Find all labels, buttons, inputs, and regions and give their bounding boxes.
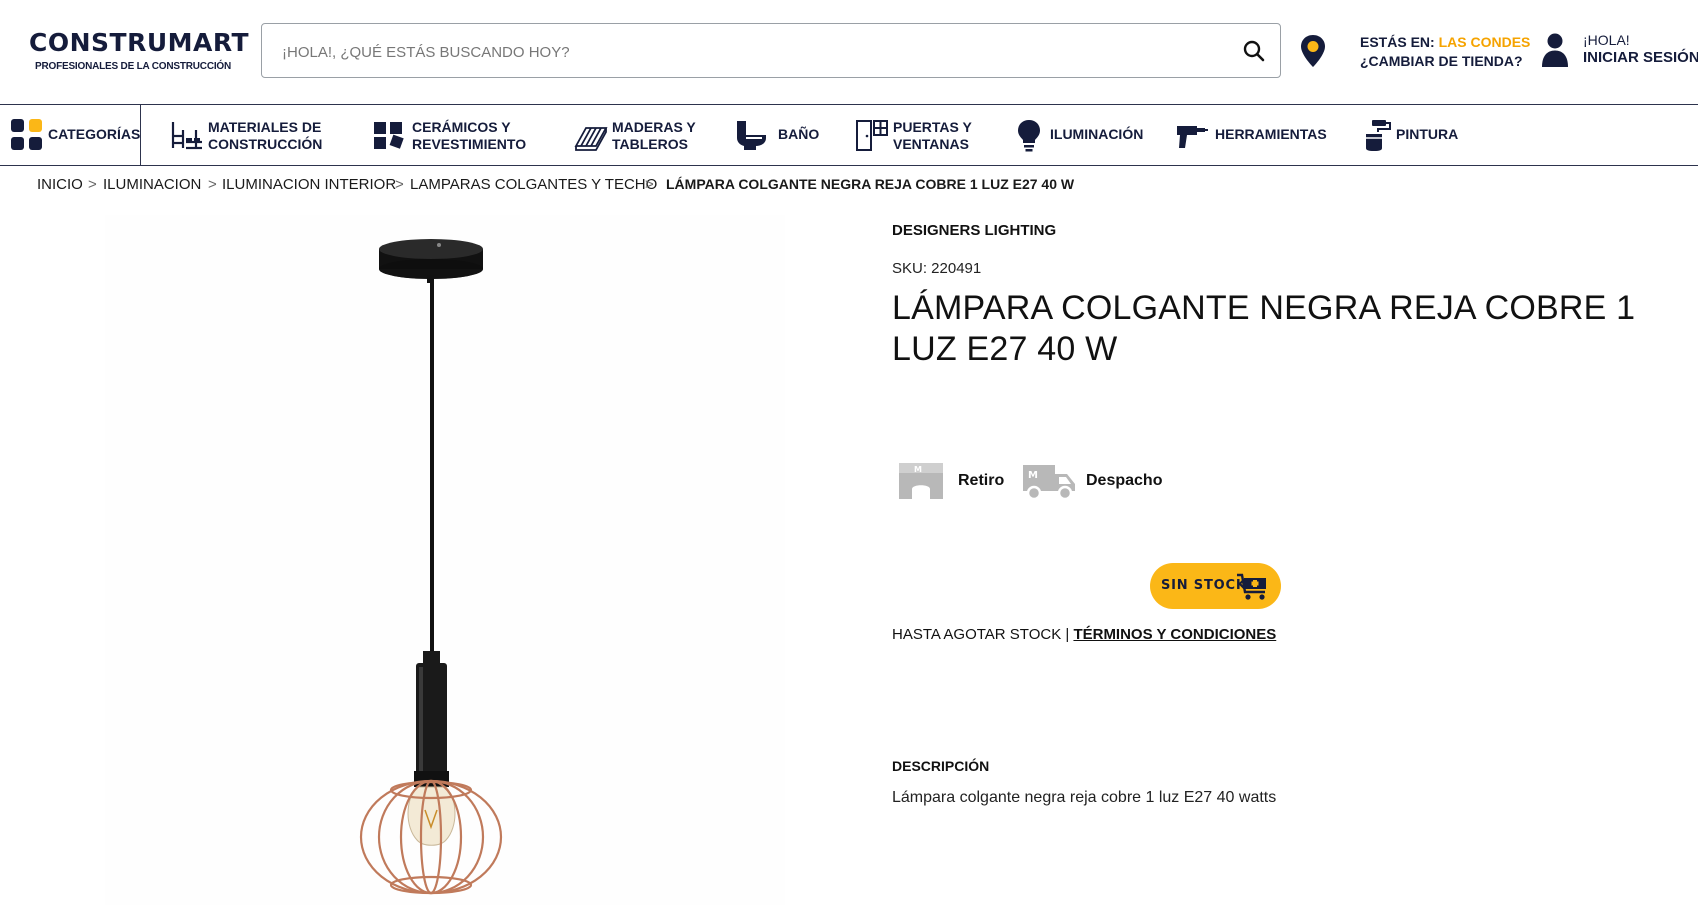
search-bar	[261, 23, 1281, 78]
nav-label: CATEGORÍAS	[48, 126, 141, 142]
nav-item-categorias[interactable]: CATEGORÍAS	[0, 105, 141, 165]
nav-label: HERRAMIENTAS	[1215, 126, 1327, 142]
nav-label: BAÑO	[778, 126, 820, 142]
product-sku: SKU: 220491	[892, 260, 982, 277]
search-input[interactable]	[280, 38, 1224, 66]
delivery-truck-icon: M	[1023, 465, 1075, 501]
nav-item-materiales[interactable]: MATERIALES DE CONSTRUCCIÓN	[170, 105, 345, 165]
breadcrumb-link[interactable]: ILUMINACION	[103, 176, 201, 193]
nav-label: ILUMINACIÓN	[1050, 126, 1144, 142]
logo-tagline: PROFESIONALES DE LA CONSTRUCCIÓN	[35, 61, 232, 72]
breadcrumb-separator: >	[645, 176, 654, 193]
terms-link[interactable]: TÉRMINOS Y CONDICIONES	[1073, 626, 1276, 643]
nav-item-herramientas[interactable]: HERRAMIENTAS	[1175, 105, 1345, 165]
svg-text:M: M	[1028, 470, 1038, 481]
location-pin-icon	[1301, 35, 1325, 67]
breadcrumb-link[interactable]: ILUMINACION INTERIOR	[222, 176, 396, 193]
toilet-icon	[737, 121, 766, 150]
pickup-label: Retiro	[958, 472, 1005, 489]
nav-item-iluminacion[interactable]: ILUMINACIÓN	[1012, 105, 1157, 165]
svg-text:M: M	[914, 465, 922, 474]
nav-item-ceramicos[interactable]: CERÁMICOS Y REVESTIMIENTO	[372, 105, 542, 165]
pendant-lamp-image	[359, 239, 503, 895]
stock-note: HASTA AGOTAR STOCK | TÉRMINOS Y CONDICIO…	[892, 626, 1276, 643]
change-store-link[interactable]: ¿CAMBIAR DE TIENDA?	[1360, 53, 1523, 69]
lightbulb-icon	[1018, 120, 1040, 152]
nav-item-pintura[interactable]: PINTURA	[1360, 105, 1480, 165]
scaffold-icon	[171, 122, 202, 150]
breadcrumb-separator: >	[208, 176, 217, 193]
product-brand[interactable]: DESIGNERS LIGHTING	[892, 222, 1056, 239]
product-image[interactable]	[105, 215, 785, 905]
nav-label: MADERAS Y TABLEROS	[612, 119, 696, 152]
description-text: Lámpara colgante negra reja cobre 1 luz …	[892, 789, 1277, 806]
paint-roller-icon	[1366, 120, 1391, 151]
grid-icon	[11, 119, 42, 150]
stock-button-label: SIN STOCK	[1161, 578, 1247, 593]
login-area[interactable]: ¡HOLA! INICIAR SESIÓN	[1541, 32, 1698, 76]
category-nav: CATEGORÍAS MATERIALES DE CONSTRUCCIÓN CE…	[0, 104, 1698, 166]
store-name: LAS CONDES	[1438, 34, 1531, 50]
nav-label: MATERIALES DE CONSTRUCCIÓN	[208, 119, 323, 152]
wood-planks-icon	[574, 127, 608, 151]
user-icon	[1542, 33, 1568, 67]
breadcrumb-link[interactable]: LAMPARAS COLGANTES Y TECHO	[410, 176, 657, 193]
logo-wordmark: CONSTRUMART	[29, 28, 250, 57]
add-to-cart-icon	[1237, 573, 1266, 600]
store-prefix: ESTÁS EN:	[1360, 34, 1439, 50]
store-selector[interactable]: ESTÁS EN: LAS CONDES ¿CAMBIAR DE TIENDA?	[1300, 32, 1540, 76]
search-icon[interactable]	[1242, 39, 1266, 63]
breadcrumb-separator: >	[88, 176, 97, 193]
shipping-label: Despacho	[1086, 472, 1163, 489]
current-store: ESTÁS EN: LAS CONDES	[1360, 34, 1530, 50]
construmart-logo[interactable]: CONSTRUMART PROFESIONALES DE LA CONSTRUC…	[29, 28, 249, 78]
door-window-icon	[856, 120, 888, 151]
stock-note-text: HASTA AGOTAR STOCK |	[892, 626, 1074, 643]
nav-item-bano[interactable]: BAÑO	[734, 105, 844, 165]
nav-label: PINTURA	[1396, 126, 1459, 142]
drill-icon	[1177, 126, 1208, 148]
site-header: CONSTRUMART PROFESIONALES DE LA CONSTRUC…	[0, 0, 1698, 104]
nav-label: PUERTAS Y VENTANAS	[893, 119, 972, 152]
breadcrumb-link[interactable]: INICIO	[37, 176, 83, 193]
nav-item-maderas[interactable]: MADERAS Y TABLEROS	[574, 105, 724, 165]
description-heading: DESCRIPCIÓN	[892, 758, 990, 774]
tiles-icon	[374, 122, 404, 149]
greeting-text: ¡HOLA!	[1583, 32, 1630, 48]
delivery-options: M Retiro M Despacho	[896, 458, 1196, 504]
nav-label: CERÁMICOS Y REVESTIMIENTO	[412, 119, 527, 152]
breadcrumb-separator: >	[395, 176, 404, 193]
nav-item-puertas[interactable]: PUERTAS Y VENTANAS	[855, 105, 985, 165]
store-pickup-icon: M	[899, 463, 943, 499]
product-title: LÁMPARA COLGANTE NEGRA REJA COBRE 1 LUZ …	[892, 289, 1636, 368]
login-link[interactable]: INICIAR SESIÓN	[1583, 49, 1698, 66]
out-of-stock-button[interactable]: SIN STOCK	[1150, 563, 1281, 609]
breadcrumb-current: LÁMPARA COLGANTE NEGRA REJA COBRE 1 LUZ …	[666, 176, 1075, 192]
